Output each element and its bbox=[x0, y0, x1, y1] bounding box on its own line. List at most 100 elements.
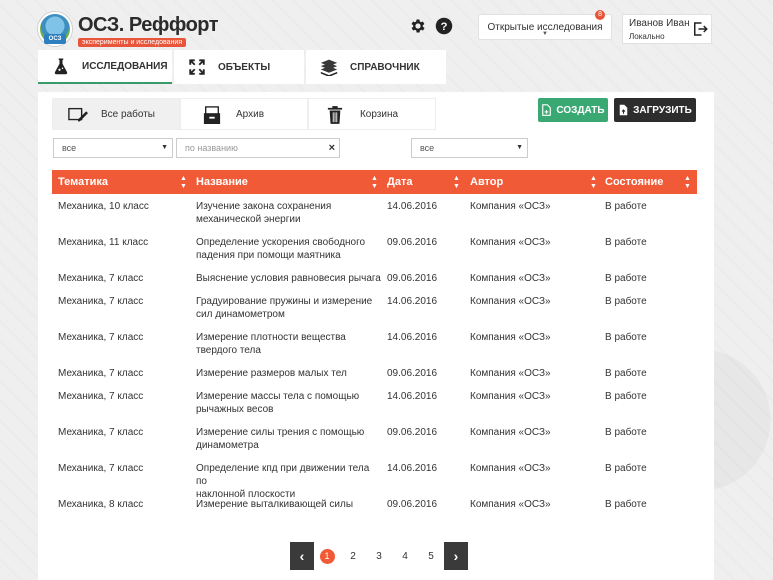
topic-filter-select[interactable]: все ▼ bbox=[53, 138, 173, 158]
subtab-archive-label: Архив bbox=[235, 108, 265, 120]
tab-research[interactable]: Исследования bbox=[38, 50, 172, 84]
column-header-name[interactable]: Название ▲ ▼ bbox=[196, 170, 378, 194]
cell-date: 14.06.2016 bbox=[387, 463, 438, 474]
cell-name-line: твердого тела bbox=[196, 345, 261, 356]
svg-text:?: ? bbox=[441, 21, 448, 33]
settings-button[interactable] bbox=[406, 14, 430, 38]
cell-name-line: Градуирование пружины и измерение bbox=[196, 296, 373, 307]
cell-author: Компания «ОСЗ» bbox=[470, 332, 551, 343]
name-filter-input[interactable]: по названию × bbox=[176, 138, 340, 158]
cell-author: Компания «ОСЗ» bbox=[470, 296, 551, 307]
name-filter-placeholder: по названию bbox=[185, 143, 238, 153]
tab-objects[interactable]: Объекты bbox=[174, 50, 304, 84]
table-row[interactable]: Механика, 8 класс Измерение выталкивающей… bbox=[52, 492, 697, 515]
table-row[interactable]: Механика, 7 класс Измерение массы тела с … bbox=[52, 384, 697, 420]
caret-down-icon: ▼ bbox=[161, 144, 168, 151]
logout-icon[interactable] bbox=[691, 20, 709, 38]
subtab-all-works-label: Все работы bbox=[101, 108, 155, 120]
table-row[interactable]: Механика, 7 класс Градуирование пружины и… bbox=[52, 289, 697, 325]
table-row[interactable]: Механика, 7 класс Измерение силы трения с… bbox=[52, 420, 697, 456]
column-header-date[interactable]: Дата ▲ ▼ bbox=[387, 170, 462, 194]
cell-topic: Механика, 7 класс bbox=[58, 368, 144, 379]
prev-page-button[interactable]: ‹ bbox=[290, 542, 314, 570]
sort-icon: ▲ ▼ bbox=[684, 175, 691, 190]
cell-name[interactable]: Измерение массы тела с помощью рычажных в… bbox=[196, 390, 382, 416]
cell-name[interactable]: Изучение закона сохранения механической э… bbox=[196, 200, 382, 226]
table-row[interactable]: Механика, 11 класс Определение ускорения … bbox=[52, 230, 697, 266]
create-button[interactable]: Создать bbox=[538, 98, 608, 122]
app-logo[interactable]: ОСЗ ОСЗ. Реффорт эксперименты и исследов… bbox=[38, 12, 219, 48]
cell-topic: Механика, 10 класс bbox=[58, 201, 149, 212]
user-menu[interactable]: Иванов Иван Локально bbox=[622, 14, 712, 44]
tab-reference-label: Справочник bbox=[350, 61, 420, 73]
table-row[interactable]: Механика, 7 класс Определение кпд при дви… bbox=[52, 456, 697, 500]
sub-tabs: Все работы Архив Корзина bbox=[52, 98, 436, 130]
trash-icon bbox=[327, 106, 343, 124]
cell-date: 09.06.2016 bbox=[387, 273, 438, 284]
cell-author: Компания «ОСЗ» bbox=[470, 463, 551, 474]
table-row[interactable]: Механика, 7 класс Измерение плотности вещ… bbox=[52, 325, 697, 361]
clear-icon[interactable]: × bbox=[329, 142, 335, 154]
cell-name[interactable]: Выяснение условия равновесия рычага bbox=[196, 272, 382, 285]
sort-icon: ▲ ▼ bbox=[371, 175, 378, 190]
cell-name[interactable]: Градуирование пружины и измерение сил дин… bbox=[196, 295, 382, 321]
subtab-archive[interactable]: Архив bbox=[180, 98, 308, 130]
cell-topic: Механика, 7 класс bbox=[58, 296, 144, 307]
table-row[interactable]: Механика, 7 класс Выяснение условия равно… bbox=[52, 266, 697, 289]
cell-state: В работе bbox=[605, 499, 647, 510]
page-5-button[interactable]: 5 bbox=[418, 542, 444, 570]
cell-date: 14.06.2016 bbox=[387, 296, 438, 307]
cell-name-line: Выяснение условия равновесия рычага bbox=[196, 273, 381, 284]
page-numbers: 1 2 3 4 5 bbox=[314, 542, 444, 570]
chevron-left-icon: ‹ bbox=[299, 548, 305, 564]
cell-name[interactable]: Измерение выталкивающей силы bbox=[196, 498, 382, 511]
new-file-icon bbox=[542, 104, 552, 116]
cell-name[interactable]: Измерение размеров малых тел bbox=[196, 367, 382, 380]
cell-topic: Механика, 7 класс bbox=[58, 427, 144, 438]
table-row[interactable]: Механика, 10 класс Изучение закона сохран… bbox=[52, 194, 697, 230]
caret-down-icon: ▼ bbox=[516, 144, 523, 151]
main-tabs: Исследования Объекты Справочник bbox=[38, 50, 714, 86]
cell-topic: Механика, 7 класс bbox=[58, 391, 144, 402]
column-header-state[interactable]: Состояние ▲ ▼ bbox=[605, 170, 691, 194]
cell-date: 09.06.2016 bbox=[387, 368, 438, 379]
caret-down-icon: ▼ bbox=[542, 31, 548, 37]
cell-name-line: Изучение закона сохранения bbox=[196, 201, 332, 212]
cell-name[interactable]: Измерение силы трения с помощью динамомет… bbox=[196, 426, 382, 452]
sort-icon: ▲ ▼ bbox=[453, 175, 460, 190]
tab-reference[interactable]: Справочник bbox=[306, 50, 446, 84]
open-studies-count-badge: 8 bbox=[595, 10, 605, 20]
page-2-button[interactable]: 2 bbox=[340, 542, 366, 570]
page-1-button[interactable]: 1 bbox=[314, 542, 340, 570]
tab-objects-label: Объекты bbox=[218, 61, 271, 73]
subtab-all-works[interactable]: Все работы bbox=[52, 98, 180, 130]
column-header-author[interactable]: Автор ▲ ▼ bbox=[470, 170, 598, 194]
user-name: Иванов Иван bbox=[629, 18, 690, 29]
column-header-topic[interactable]: Тематика ▲ ▼ bbox=[58, 170, 188, 194]
table-row[interactable]: Механика, 7 класс Измерение размеров малы… bbox=[52, 361, 697, 384]
subtab-trash[interactable]: Корзина bbox=[308, 98, 436, 130]
cell-name-line: Измерение плотности вещества bbox=[196, 332, 346, 343]
cell-topic: Механика, 11 класс bbox=[58, 237, 149, 248]
cell-author: Компания «ОСЗ» bbox=[470, 427, 551, 438]
cell-name[interactable]: Определение ускорения свободного падения … bbox=[196, 236, 382, 262]
upload-button[interactable]: Загрузить bbox=[614, 98, 696, 122]
edit-icon bbox=[68, 107, 88, 122]
next-page-button[interactable]: › bbox=[444, 542, 468, 570]
subtab-trash-label: Корзина bbox=[359, 108, 399, 120]
page-number-label: 1 bbox=[319, 548, 335, 564]
help-button[interactable]: ? bbox=[432, 14, 456, 38]
cell-name-line: Измерение выталкивающей силы bbox=[196, 499, 354, 510]
cell-state: В работе bbox=[605, 273, 647, 284]
cell-topic: Механика, 8 класс bbox=[58, 499, 144, 510]
cell-author: Компания «ОСЗ» bbox=[470, 391, 551, 402]
page-3-button[interactable]: 3 bbox=[366, 542, 392, 570]
cell-name[interactable]: Измерение плотности вещества твердого тел… bbox=[196, 331, 382, 357]
author-filter-value: все bbox=[420, 143, 435, 153]
page-4-button[interactable]: 4 bbox=[392, 542, 418, 570]
open-studies-dropdown[interactable]: Открытые исследования 8 ▼ bbox=[478, 10, 612, 40]
cell-name-line: рычажных весов bbox=[196, 404, 274, 415]
table-body: Механика, 10 класс Изучение закона сохран… bbox=[52, 194, 697, 515]
cell-state: В работе bbox=[605, 463, 647, 474]
author-filter-select[interactable]: все ▼ bbox=[411, 138, 528, 158]
